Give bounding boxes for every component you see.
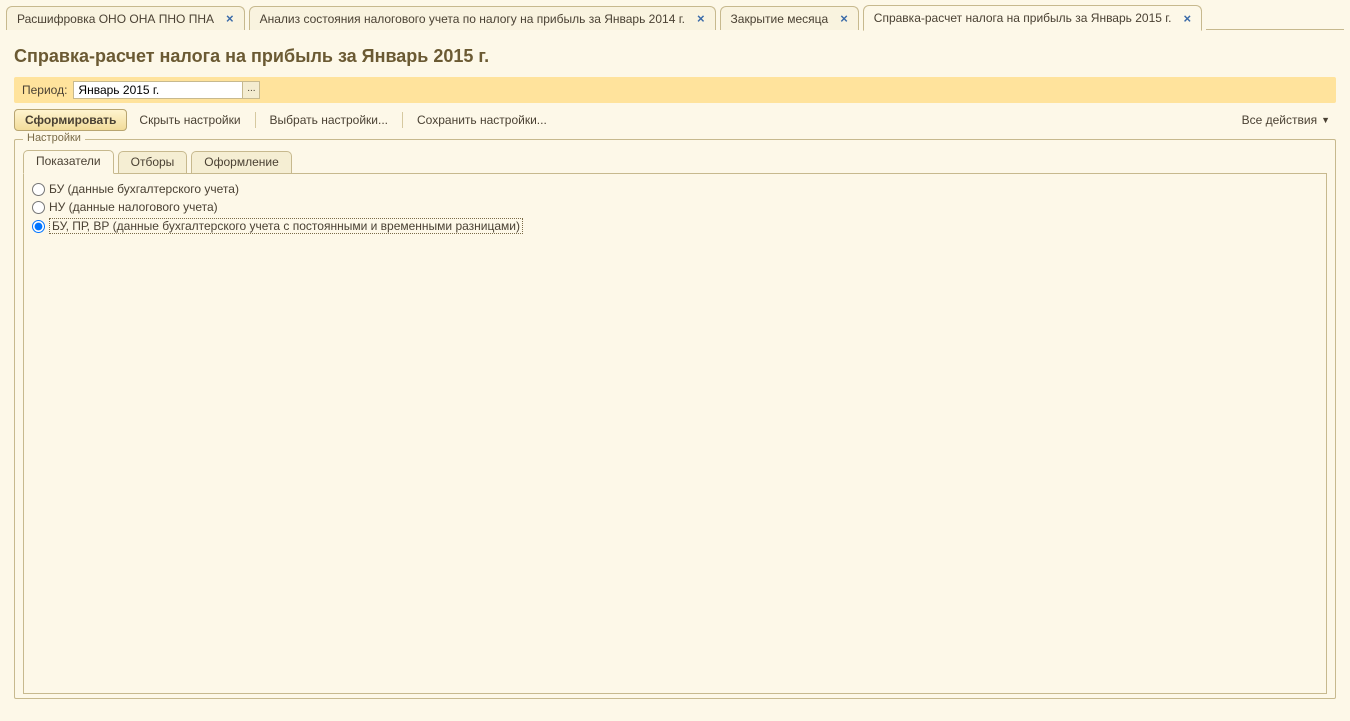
radio-panel: БУ (данные бухгалтерского учета) НУ (дан… (23, 174, 1327, 694)
radio-row-bu-pr-vr[interactable]: БУ, ПР, ВР (данные бухгалтерского учета … (32, 216, 1318, 236)
period-bar: Период: ... (14, 77, 1336, 103)
radio-label[interactable]: НУ (данные налогового учета) (49, 200, 218, 214)
close-icon[interactable]: × (1184, 12, 1192, 25)
settings-group: Настройки Показатели Отборы Оформление Б… (14, 139, 1336, 699)
radio-bu[interactable] (32, 183, 45, 196)
close-icon[interactable]: × (697, 12, 705, 25)
save-settings-button[interactable]: Сохранить настройки... (409, 110, 555, 130)
settings-tab-label: Отборы (131, 155, 175, 169)
all-actions-dropdown[interactable]: Все действия ▼ (1236, 110, 1336, 130)
close-icon[interactable]: × (840, 12, 848, 25)
settings-tab-label: Показатели (36, 154, 101, 168)
radio-nu[interactable] (32, 201, 45, 214)
radio-row-nu[interactable]: НУ (данные налогового учета) (32, 198, 1318, 216)
chevron-down-icon: ▼ (1321, 115, 1330, 125)
tab-3[interactable]: Справка-расчет налога на прибыль за Янва… (863, 5, 1202, 31)
period-label: Период: (22, 83, 67, 97)
settings-tab-appearance[interactable]: Оформление (191, 151, 291, 173)
choose-settings-button[interactable]: Выбрать настройки... (262, 110, 396, 130)
radio-bu-pr-vr[interactable] (32, 220, 45, 233)
toolbar-separator (255, 112, 256, 128)
close-icon[interactable]: × (226, 12, 234, 25)
toolbar: Сформировать Скрыть настройки Выбрать на… (14, 103, 1336, 137)
radio-label[interactable]: БУ (данные бухгалтерского учета) (49, 182, 239, 196)
tab-label: Анализ состояния налогового учета по нал… (260, 12, 685, 26)
hide-settings-button[interactable]: Скрыть настройки (131, 110, 248, 130)
settings-tab-filters[interactable]: Отборы (118, 151, 188, 173)
toolbar-separator (402, 112, 403, 128)
period-picker-button[interactable]: ... (242, 81, 260, 99)
tab-0[interactable]: Расшифровка ОНО ОНА ПНО ПНА × (6, 6, 245, 30)
period-input[interactable] (73, 81, 243, 99)
tab-2[interactable]: Закрытие месяца × (720, 6, 859, 30)
tab-label: Закрытие месяца (731, 12, 829, 26)
radio-label[interactable]: БУ, ПР, ВР (данные бухгалтерского учета … (49, 218, 523, 234)
settings-tabbar: Показатели Отборы Оформление (23, 150, 1327, 174)
radio-row-bu[interactable]: БУ (данные бухгалтерского учета) (32, 180, 1318, 198)
settings-tab-label: Оформление (204, 155, 278, 169)
main-tabbar: Расшифровка ОНО ОНА ПНО ПНА × Анализ сос… (0, 0, 1350, 30)
form-button[interactable]: Сформировать (14, 109, 127, 131)
tab-label: Расшифровка ОНО ОНА ПНО ПНА (17, 12, 214, 26)
all-actions-label: Все действия (1242, 113, 1317, 127)
tab-1[interactable]: Анализ состояния налогового учета по нал… (249, 6, 716, 30)
settings-tab-indicators[interactable]: Показатели (23, 150, 114, 174)
tab-label: Справка-расчет налога на прибыль за Янва… (874, 11, 1172, 25)
settings-legend: Настройки (23, 132, 85, 144)
page-title: Справка-расчет налога на прибыль за Янва… (14, 46, 1336, 67)
tab-underline (1206, 6, 1344, 30)
